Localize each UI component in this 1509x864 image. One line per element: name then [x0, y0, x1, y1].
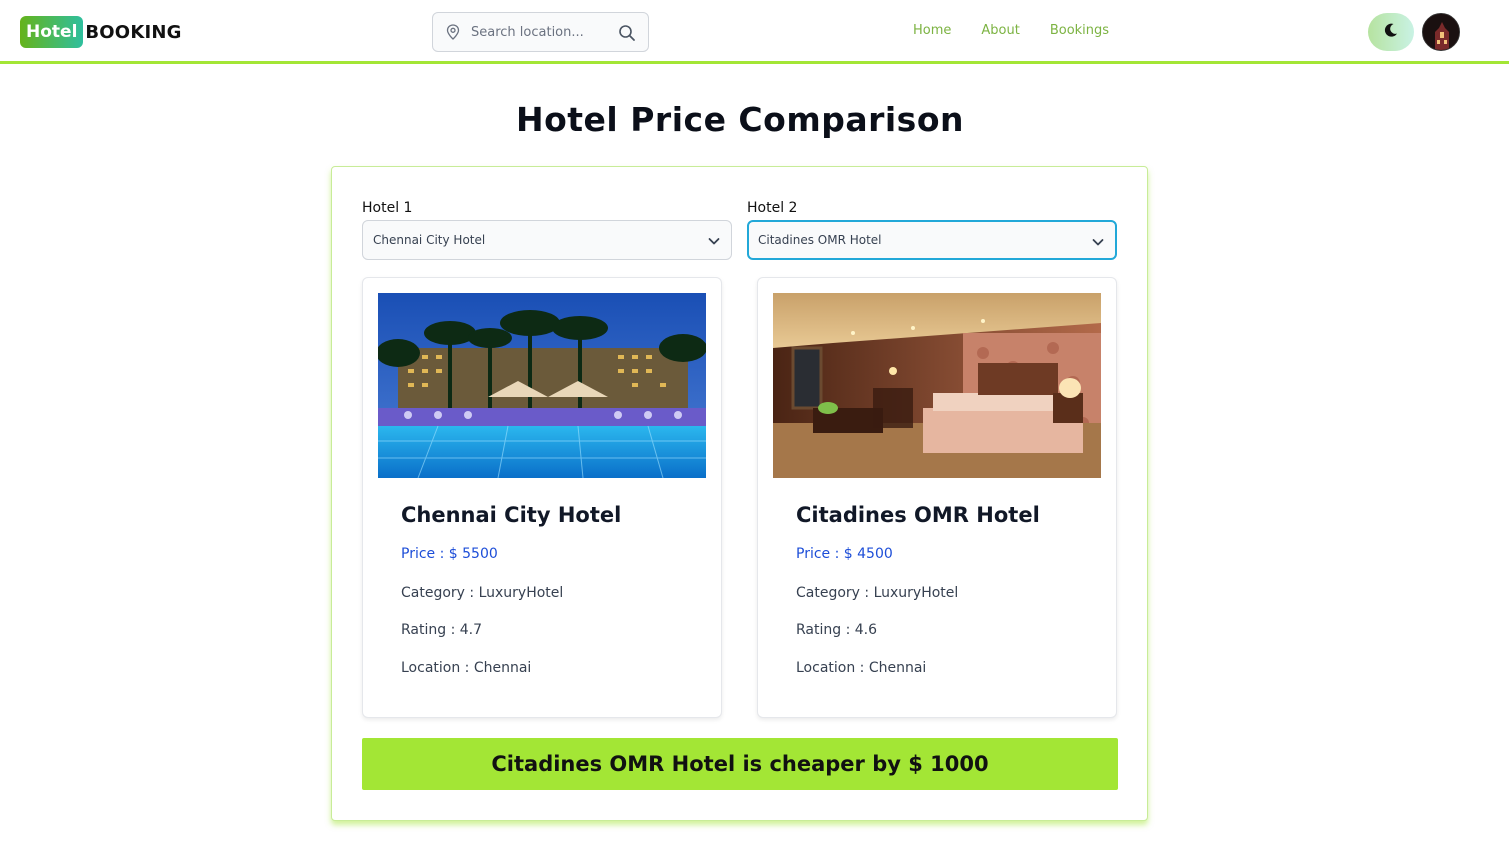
- hotel-category: Category : LuxuryHotel: [796, 585, 959, 601]
- hotel-category: Category : LuxuryHotel: [401, 585, 564, 601]
- hotel-card-1: Chennai City Hotel Price : $ 5500 Catego…: [362, 277, 722, 718]
- hotel-name: Chennai City Hotel: [401, 503, 622, 527]
- hotel2-select[interactable]: Citadines OMR Hotel: [747, 220, 1117, 260]
- site-logo[interactable]: Hotel BOOKING: [20, 16, 182, 48]
- location-search: [432, 12, 649, 52]
- resort-pool-photo: [378, 293, 706, 478]
- nav-home[interactable]: Home: [913, 23, 951, 38]
- chevron-down-icon: [1091, 235, 1105, 249]
- hotel2-label: Hotel 2: [747, 200, 798, 216]
- moon-icon: [1383, 22, 1399, 42]
- hotel-price: Price : $ 4500: [796, 546, 893, 562]
- hotel1-label: Hotel 1: [362, 200, 413, 216]
- hotel-rating: Rating : 4.7: [401, 622, 483, 638]
- hotel1-select[interactable]: Chennai City Hotel: [362, 220, 732, 260]
- top-navbar: Hotel BOOKING Home About Bookings: [0, 0, 1509, 64]
- nav-bookings[interactable]: Bookings: [1050, 23, 1109, 38]
- comparison-panel: Hotel 1 Chennai City Hotel Hotel 2 Citad…: [331, 166, 1148, 821]
- hotel2-select-group: Hotel 2 Citadines OMR Hotel: [747, 200, 1117, 260]
- user-avatar[interactable]: [1422, 13, 1460, 51]
- hotel-location: Location : Chennai: [401, 660, 532, 676]
- hotel-rating: Rating : 4.6: [796, 622, 878, 638]
- hotel2-selected-value: Citadines OMR Hotel: [758, 233, 882, 247]
- search-icon[interactable]: [618, 24, 636, 42]
- nav-about[interactable]: About: [981, 23, 1019, 38]
- hotel1-selected-value: Chennai City Hotel: [373, 233, 486, 247]
- hotel-card-2: Citadines OMR Hotel Price : $ 4500 Categ…: [757, 277, 1117, 718]
- comparison-result-banner: Citadines OMR Hotel is cheaper by $ 1000: [362, 738, 1118, 790]
- search-input[interactable]: [471, 24, 611, 40]
- hotel1-select-group: Hotel 1 Chennai City Hotel: [362, 200, 732, 260]
- dark-mode-toggle[interactable]: [1368, 13, 1414, 51]
- hotel-location: Location : Chennai: [796, 660, 927, 676]
- hotel-price: Price : $ 5500: [401, 546, 498, 562]
- location-pin-icon: [445, 24, 461, 40]
- logo-text: BOOKING: [85, 21, 182, 43]
- logo-badge: Hotel: [20, 16, 84, 48]
- page-title: Hotel Price Comparison: [515, 100, 964, 139]
- main-nav: Home About Bookings: [913, 23, 1109, 38]
- chevron-down-icon: [707, 234, 721, 248]
- hotel-name: Citadines OMR Hotel: [796, 503, 1040, 527]
- hotel-room-photo: [773, 293, 1101, 478]
